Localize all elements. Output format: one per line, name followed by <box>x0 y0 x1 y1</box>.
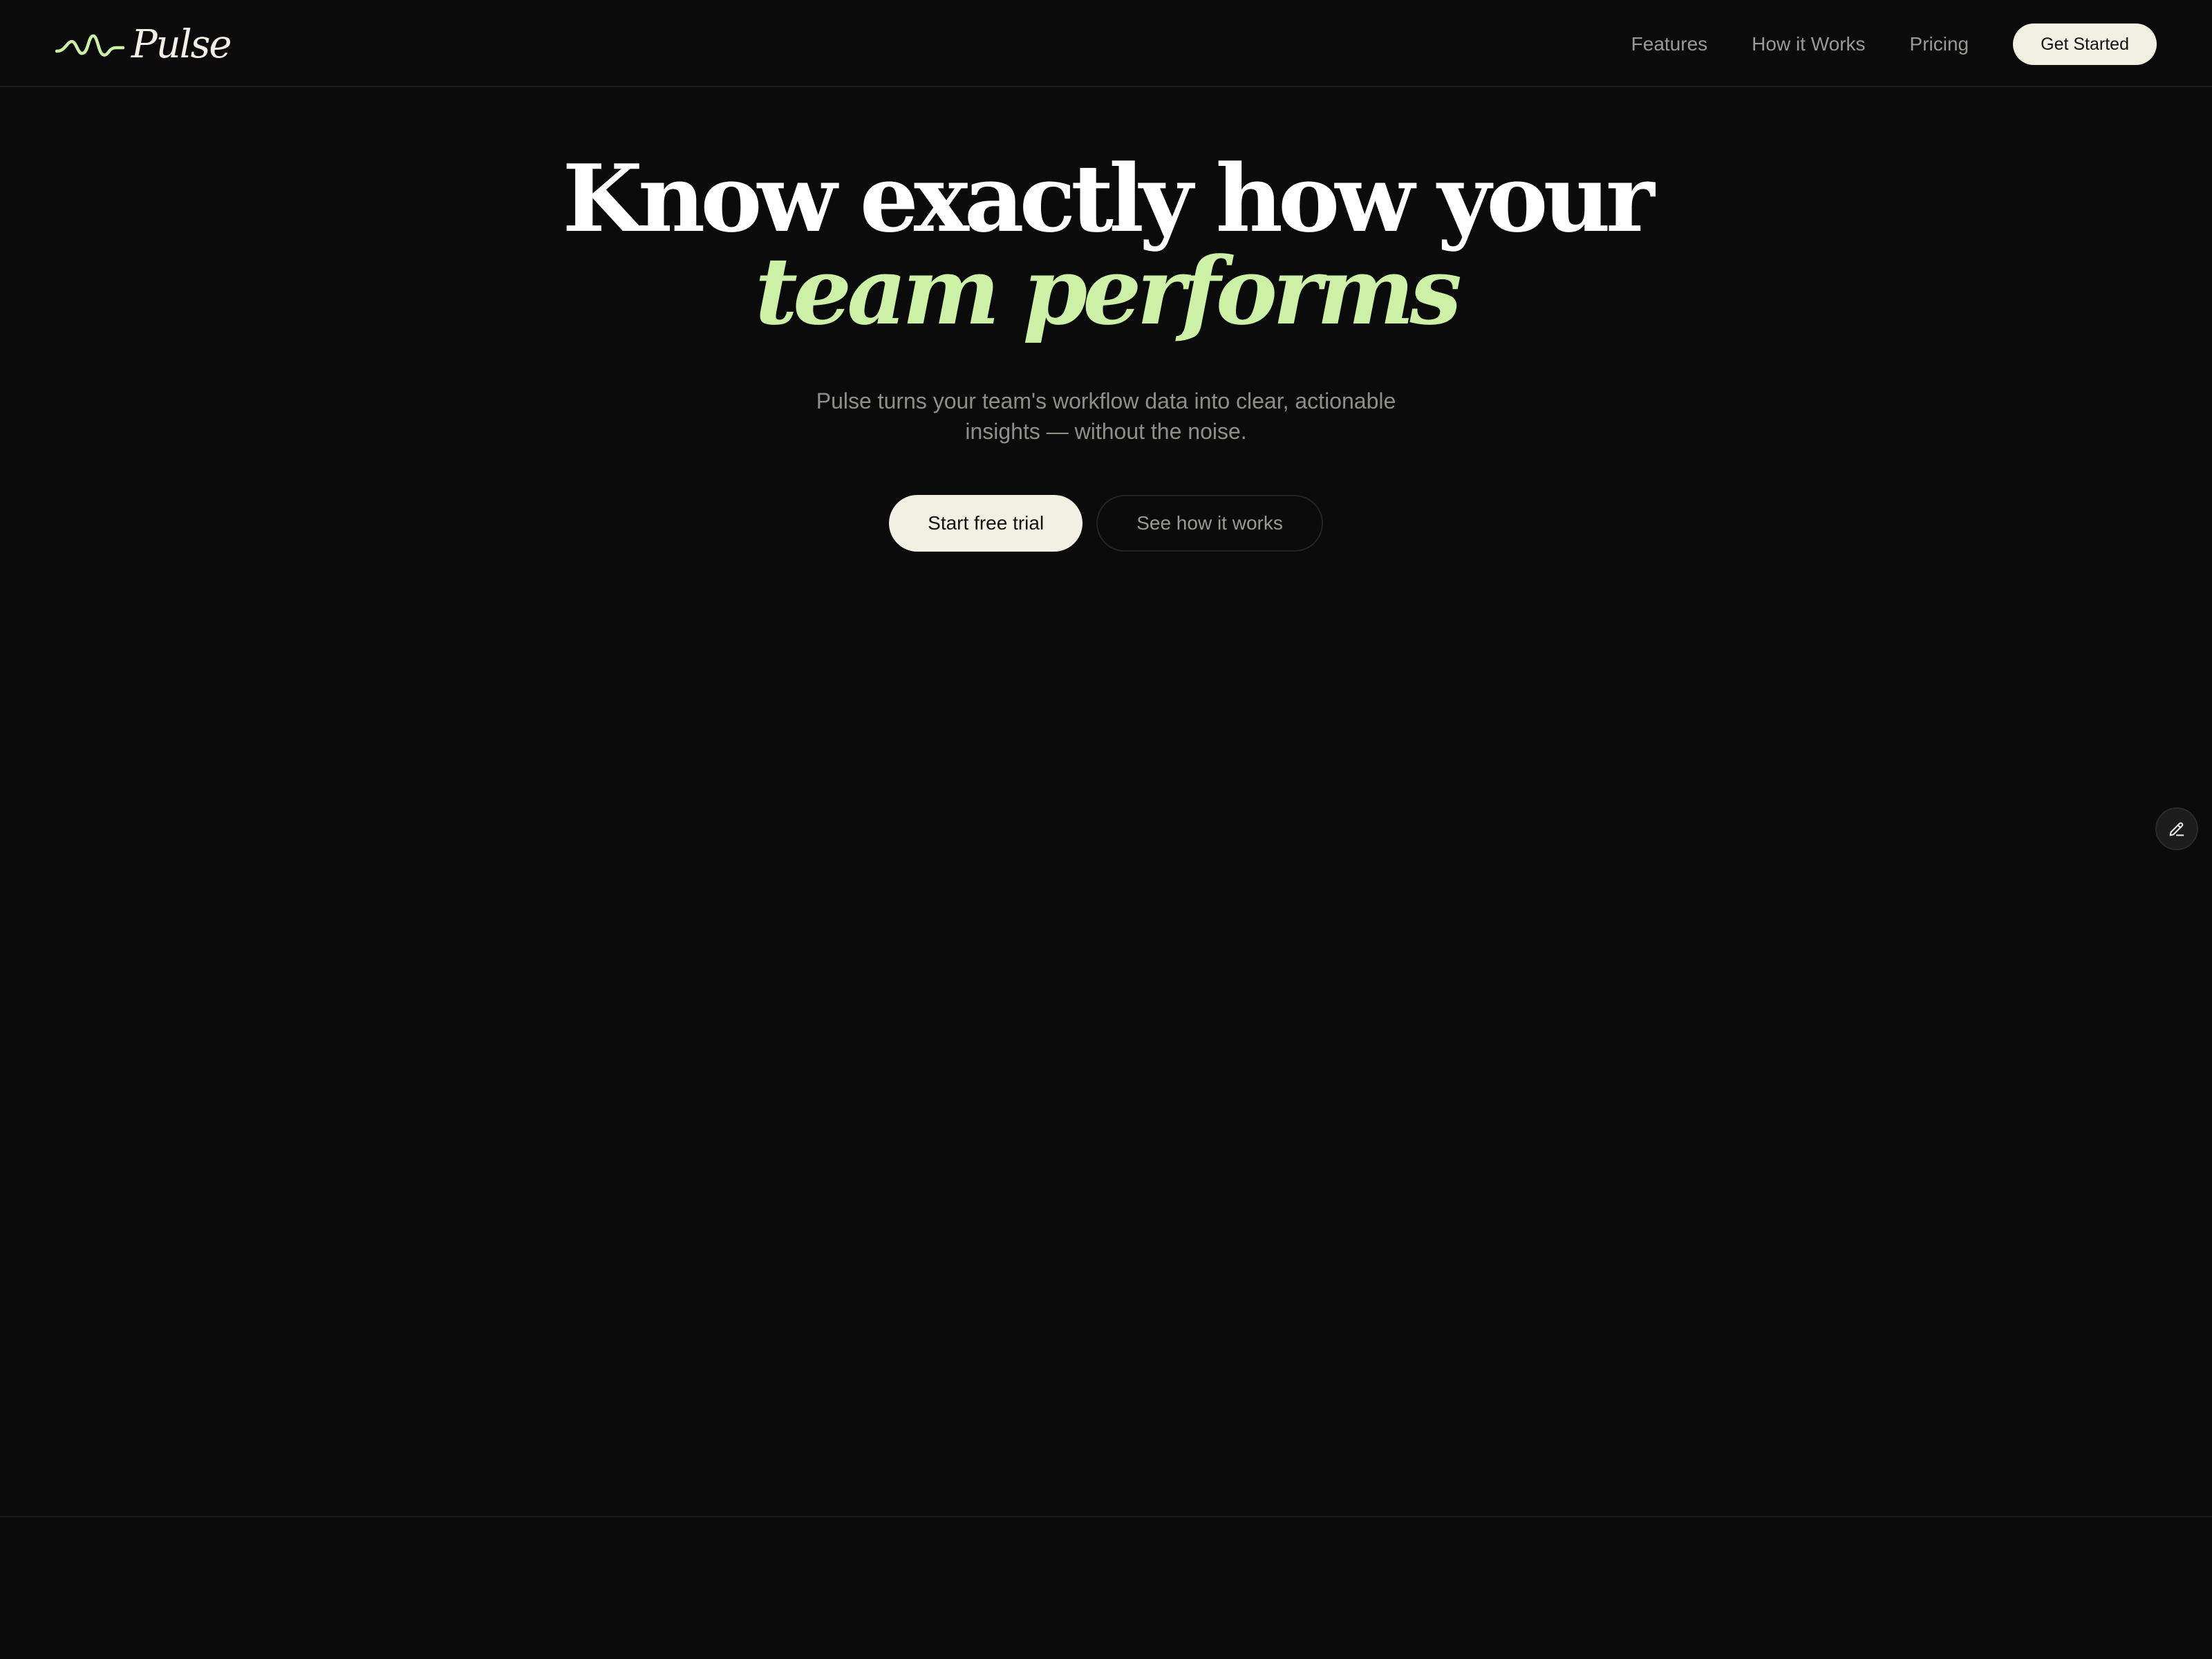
waveform-icon <box>55 34 124 57</box>
hero-title-line-2: team performs <box>755 236 1462 346</box>
nav-link-how-it-works[interactable]: How it Works <box>1752 33 1865 55</box>
hero-actions: Start free trial See how it works <box>0 495 2212 552</box>
hero-title-line-1: Know exactly how your <box>562 144 1654 253</box>
start-free-trial-button[interactable]: Start free trial <box>889 495 1083 552</box>
hero-section: Know exactly how your team performs Puls… <box>0 152 2212 447</box>
brand-name: Pulse <box>131 22 232 67</box>
top-navigation-bar: Pulse Features How it Works Pricing Get … <box>0 0 2212 87</box>
get-started-button[interactable]: Get Started <box>2013 24 2157 65</box>
see-how-it-works-button[interactable]: See how it works <box>1096 495 1323 552</box>
edit-floating-button[interactable] <box>2155 807 2198 850</box>
pencil-icon <box>2169 822 2184 836</box>
brand-logo[interactable]: Pulse <box>55 21 232 69</box>
hero-subtitle: Pulse turns your team's workflow data in… <box>816 388 1396 444</box>
section-divider <box>0 1516 2212 1517</box>
main-nav: Features How it Works Pricing Get Starte… <box>1631 23 2157 66</box>
nav-link-features[interactable]: Features <box>1631 33 1708 55</box>
nav-link-pricing[interactable]: Pricing <box>1910 33 1969 55</box>
